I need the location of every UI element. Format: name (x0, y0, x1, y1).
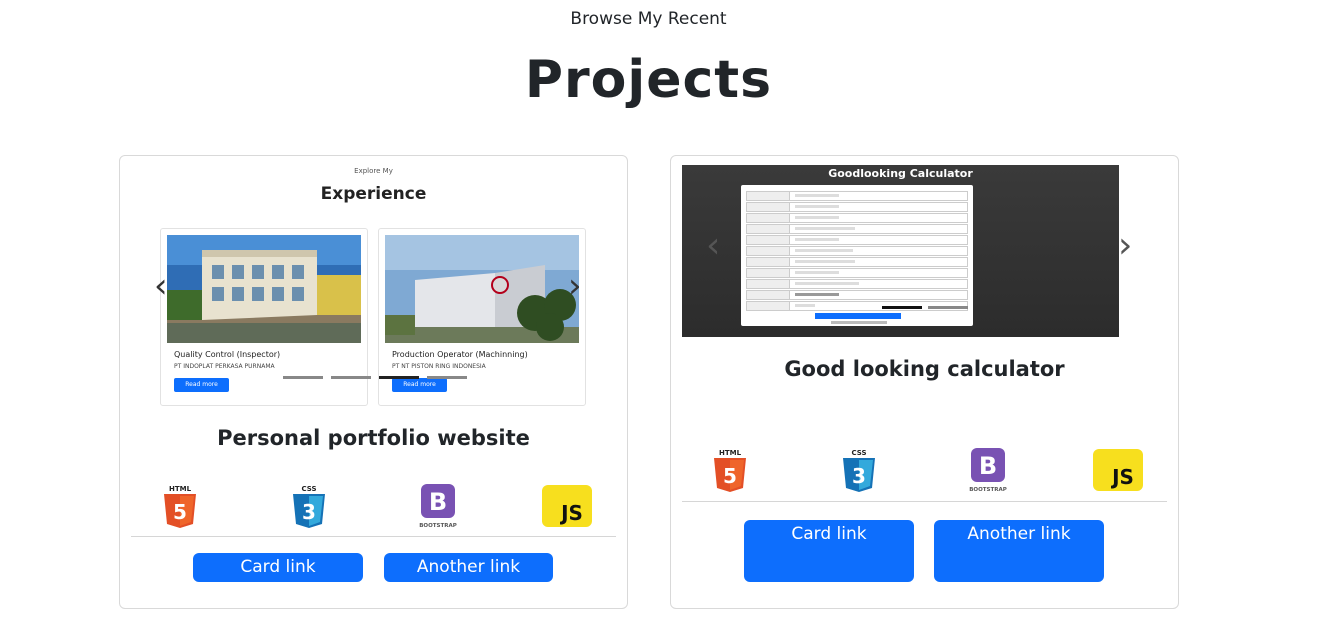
carousel-indicator (427, 376, 467, 379)
chevron-left-icon[interactable]: ‹ (154, 266, 168, 306)
experience-title: Quality Control (Inspector) (174, 350, 281, 359)
carousel-indicator (283, 376, 323, 379)
card-divider (131, 536, 616, 537)
svg-text:5: 5 (173, 500, 187, 524)
experience-company: PT INDOPLAT PERKASA PURNAMA (174, 363, 275, 370)
bootstrap-icon: B BOOTSTRAP (969, 448, 1007, 493)
project-preview-image: Explore My Experience Quality Control (I… (120, 156, 627, 416)
svg-text:3: 3 (852, 464, 866, 488)
preview-small-text: Explore My (354, 167, 393, 175)
page-title: Projects (524, 50, 773, 110)
chevron-right-icon[interactable]: › (1118, 225, 1132, 266)
preview-heading: Goodlooking Calculator (828, 167, 973, 180)
bootstrap-icon: B BOOTSTRAP (419, 484, 457, 529)
svg-text:5: 5 (723, 464, 737, 488)
section-subtitle: Browse My Recent (570, 9, 727, 29)
svg-text:CSS: CSS (301, 485, 316, 493)
card-link-button[interactable]: Card link (193, 553, 363, 582)
preview-experience-card: Quality Control (Inspector) PT INDOPLAT … (160, 228, 368, 406)
javascript-icon: JS (1093, 449, 1143, 491)
svg-text:BOOTSTRAP: BOOTSTRAP (419, 523, 457, 529)
svg-text:JS: JS (1110, 465, 1134, 489)
css3-icon: CSS 3 (293, 485, 325, 528)
building-photo (167, 235, 361, 343)
calculator-form-preview (741, 185, 973, 326)
another-link-button[interactable]: Another link (934, 520, 1104, 582)
preview-heading: Experience (320, 184, 427, 204)
css3-icon: CSS 3 (843, 449, 875, 492)
svg-text:3: 3 (302, 500, 316, 524)
project-title: Good looking calculator (784, 357, 1065, 381)
svg-text:B: B (429, 488, 447, 516)
chevron-left-icon[interactable]: ‹ (706, 225, 720, 266)
svg-text:JS: JS (559, 501, 583, 525)
card-divider (682, 501, 1167, 502)
factory-photo (385, 235, 579, 343)
svg-text:CSS: CSS (851, 449, 866, 457)
javascript-icon: JS (542, 485, 592, 527)
project-preview-image: Goodlooking Calculator ‹ (682, 165, 1119, 337)
project-card-calculator: Goodlooking Calculator ‹ › Good looking … (670, 155, 1179, 609)
carousel-indicator (928, 306, 968, 309)
card-link-button[interactable]: Card link (744, 520, 914, 582)
project-card-portfolio: Explore My Experience Quality Control (I… (119, 155, 628, 609)
svg-text:HTML: HTML (169, 485, 192, 493)
another-link-button[interactable]: Another link (384, 553, 553, 582)
read-more-button: Read more (392, 378, 447, 392)
svg-text:HTML: HTML (719, 449, 742, 457)
html5-icon: HTML 5 (164, 485, 196, 528)
svg-text:BOOTSTRAP: BOOTSTRAP (969, 487, 1007, 493)
carousel-indicator-active (379, 376, 419, 379)
svg-text:B: B (979, 452, 997, 480)
html5-icon: HTML 5 (714, 449, 746, 492)
experience-company: PT NT PISTON RING INDONESIA (392, 363, 486, 370)
project-title: Personal portfolio website (217, 426, 530, 450)
chevron-right-icon[interactable]: › (568, 266, 582, 306)
carousel-indicator (331, 376, 371, 379)
read-more-button: Read more (174, 378, 229, 392)
experience-title: Production Operator (Machinning) (392, 350, 528, 359)
carousel-indicator-active (882, 306, 922, 309)
preview-experience-card: Production Operator (Machinning) PT NT P… (378, 228, 586, 406)
